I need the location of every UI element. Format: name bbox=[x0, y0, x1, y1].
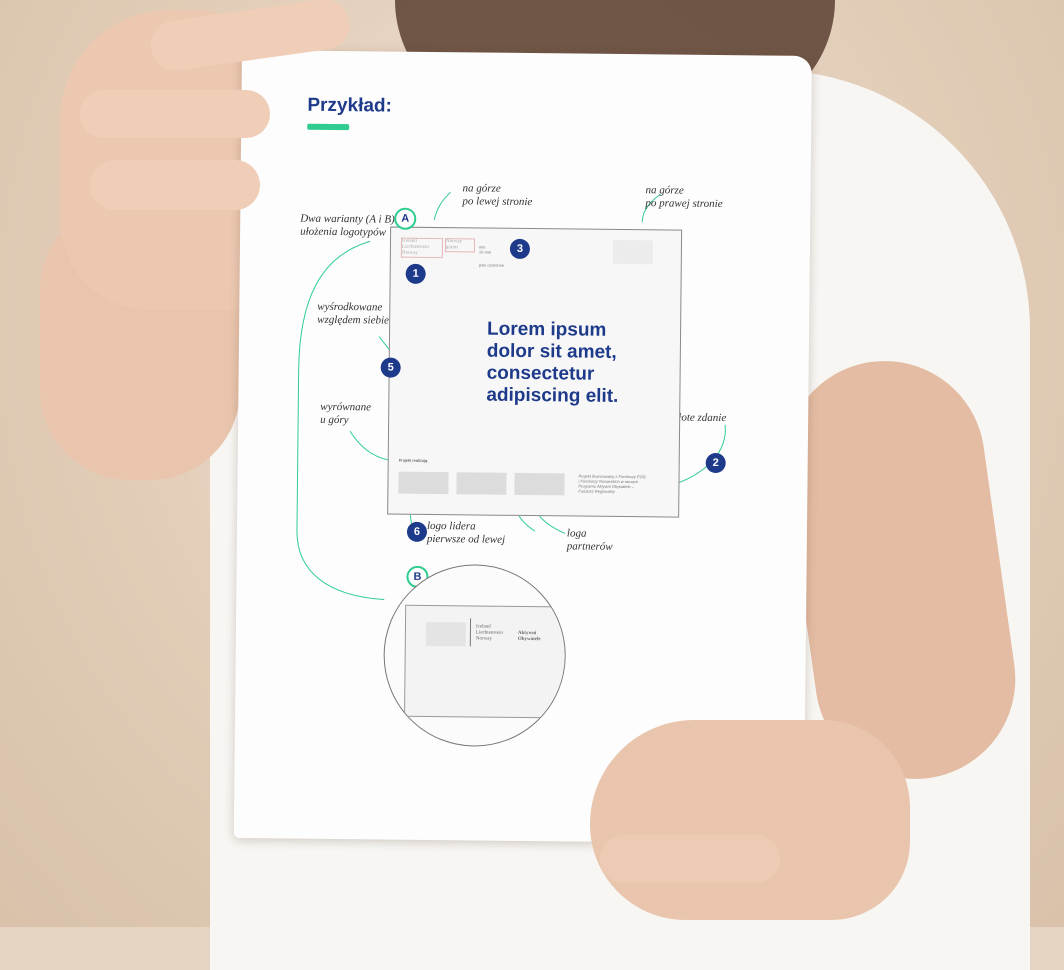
badge-1: 1 bbox=[405, 263, 426, 284]
headline: Lorem ipsum dolor sit amet, consectetur … bbox=[486, 318, 619, 407]
note-leader-logo: logo lidera pierwsze od lewej bbox=[426, 519, 506, 546]
variant-b-logo-active-citizens: Aktywni Obywatele bbox=[517, 630, 541, 643]
project-label: Projekt realizują: bbox=[398, 457, 429, 463]
min-distance-label: min. 10 mm bbox=[478, 244, 492, 255]
note-top-right: na górze po prawej stronie bbox=[645, 184, 723, 211]
variant-b-logo-iceland: Iceland Liechtenstein Norway bbox=[475, 624, 503, 642]
badge-3: 3 bbox=[509, 238, 531, 260]
variant-b-logo-placeholder bbox=[425, 621, 467, 647]
note-variants: Dwa warianty (A i B) ułożenia logotypów bbox=[300, 212, 395, 239]
safe-zone-label: pole ochronne bbox=[478, 262, 505, 268]
leader-logo-placeholder bbox=[398, 471, 449, 495]
partner-logo-placeholder bbox=[514, 472, 565, 496]
logo-top-right-placeholder bbox=[612, 239, 654, 265]
variant-b-frame: Iceland Liechtenstein Norway Aktywni Oby… bbox=[404, 604, 567, 719]
note-centered: wyśrodkowane względem siebie bbox=[317, 300, 390, 327]
funding-text: Projekt finansowany z Funduszy EOG i Fun… bbox=[578, 473, 646, 494]
note-aligned: wyrównane u góry bbox=[320, 400, 372, 427]
note-partner-logos: loga partnerów bbox=[566, 527, 613, 553]
badge-a: A bbox=[394, 207, 417, 230]
logo-norway-grants: Norway grants bbox=[444, 238, 476, 253]
note-top-left: na górze po lewej stronie bbox=[462, 182, 533, 209]
badge-2: 2 bbox=[705, 452, 726, 474]
logo-iceland-liechtenstein-norway: Iceland Liechtenstein Norway bbox=[400, 237, 444, 259]
divider bbox=[469, 618, 472, 647]
arrow-top-left bbox=[433, 191, 451, 221]
badge-6: 6 bbox=[406, 521, 428, 542]
left-finger bbox=[90, 160, 260, 210]
right-hand bbox=[590, 720, 910, 920]
badge-5: 5 bbox=[380, 357, 401, 378]
left-finger bbox=[80, 90, 270, 138]
partner-logo-placeholder bbox=[456, 472, 507, 495]
right-finger bbox=[600, 835, 780, 883]
note-gold-sentence: Złote zdanie bbox=[672, 411, 727, 425]
variant-b-zoom: Iceland Liechtenstein Norway Aktywni Oby… bbox=[382, 563, 567, 748]
